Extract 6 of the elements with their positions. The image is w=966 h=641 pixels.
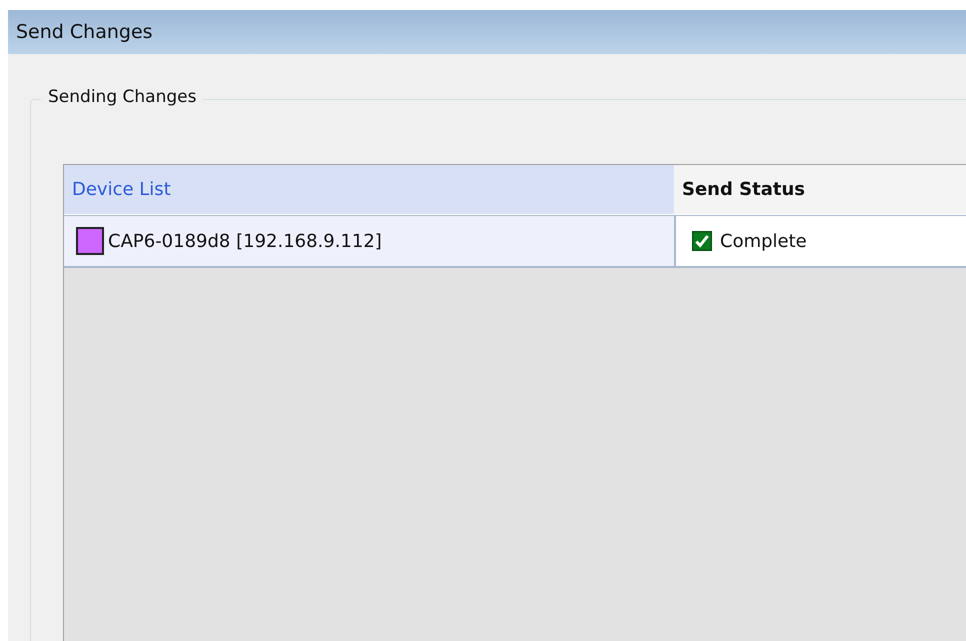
device-name: CAP6-0189d8 [192.168.9.112]	[108, 230, 382, 252]
group-label: Sending Changes	[41, 87, 204, 107]
window-title: Send Changes	[16, 21, 153, 43]
column-header[interactable]: Device List	[64, 165, 674, 215]
status-text: Complete	[720, 230, 807, 252]
column-header[interactable]: Send Status	[674, 165, 966, 215]
